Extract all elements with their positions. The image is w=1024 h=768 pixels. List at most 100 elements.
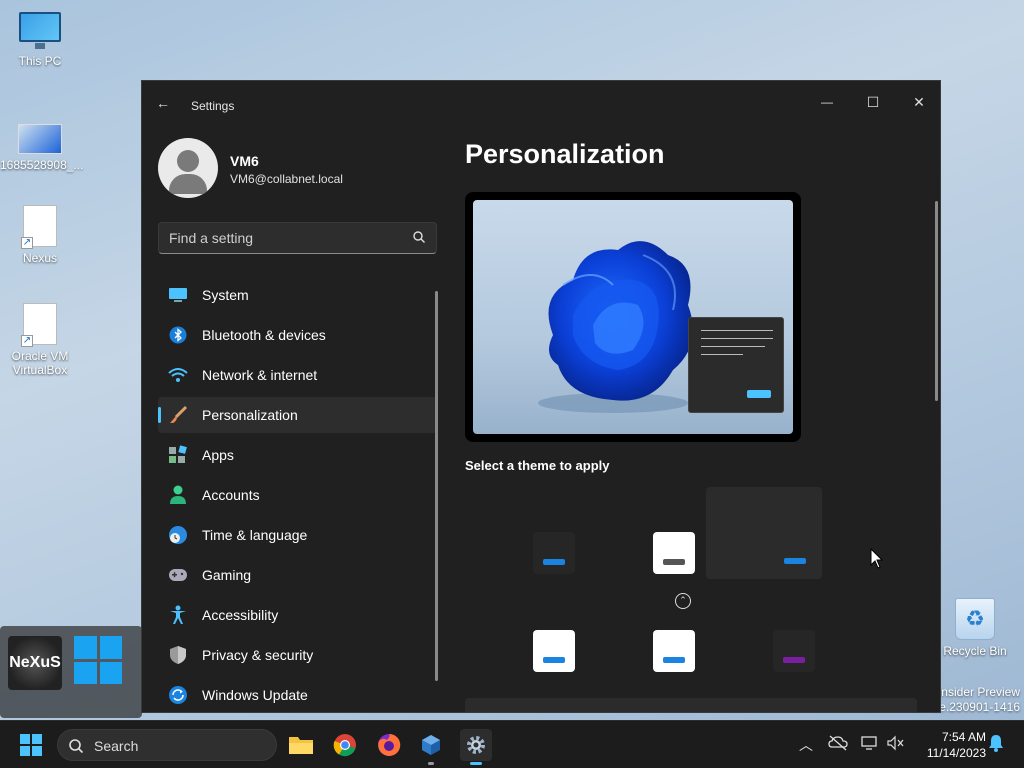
- sidebar-item-network[interactable]: Network & internet: [158, 357, 437, 393]
- sidebar-item-label: Windows Update: [202, 687, 308, 703]
- maximize-button[interactable]: ☐: [850, 87, 896, 117]
- wifi-icon: [168, 365, 188, 385]
- preview-accent-button: [747, 390, 771, 398]
- volume-muted-icon[interactable]: [887, 735, 905, 754]
- shortcut-arrow-icon: ↗: [21, 335, 33, 347]
- image-thumbnail-icon: [18, 124, 62, 154]
- theme-option-light-gray[interactable]: [653, 532, 695, 574]
- desktop-icon-label: Oracle VM VirtualBox: [11, 349, 69, 377]
- gear-icon: [467, 736, 485, 754]
- main-scrollbar[interactable]: [935, 201, 938, 401]
- watermark-line: Insider Preview: [937, 685, 1020, 699]
- theme-option-dark-purple[interactable]: [773, 630, 815, 672]
- desktop-icon-image-file[interactable]: 1685528908_...: [0, 124, 84, 172]
- scroll-up-icon[interactable]: ⌃: [675, 593, 691, 609]
- user-email: VM6@collabnet.local: [230, 172, 343, 186]
- sidebar-item-bluetooth[interactable]: Bluetooth & devices: [158, 317, 437, 353]
- wallpaper-preview: [473, 200, 793, 434]
- start-button[interactable]: [20, 734, 42, 756]
- sidebar-item-personalization[interactable]: Personalization: [158, 397, 437, 433]
- sidebar-item-time-language[interactable]: Time & language: [158, 517, 437, 553]
- theme-section-label: Select a theme to apply: [465, 458, 610, 473]
- system-clock[interactable]: 7:54 AM 11/14/2023: [927, 729, 986, 761]
- clock-time: 7:54 AM: [941, 730, 986, 744]
- firefox-icon: [378, 733, 401, 756]
- taskbar: Search ︿ 7:54 AM 11/14/2023: [0, 720, 1024, 768]
- minimize-button[interactable]: —: [804, 87, 850, 117]
- taskbar-file-explorer[interactable]: [285, 729, 317, 761]
- sidebar-nav: System Bluetooth & devices Network & int…: [158, 277, 437, 712]
- sidebar-item-apps[interactable]: Apps: [158, 437, 437, 473]
- notification-bell-icon[interactable]: [988, 734, 1004, 755]
- taskbar-search-label: Search: [94, 738, 139, 754]
- taskbar-settings[interactable]: [460, 729, 492, 765]
- search-input[interactable]: [169, 230, 399, 246]
- page-title: Personalization: [465, 139, 665, 169]
- clock-date: 11/14/2023: [926, 746, 986, 760]
- theme-preview: [465, 192, 801, 442]
- sidebar-item-accounts[interactable]: Accounts: [158, 477, 437, 513]
- sidebar-item-label: Apps: [202, 447, 234, 463]
- theme-accent-bar: [784, 558, 806, 564]
- taskbar-search[interactable]: Search: [57, 729, 277, 761]
- onedrive-icon[interactable]: [828, 735, 848, 754]
- windows-logo-icon[interactable]: [74, 636, 122, 684]
- find-setting-search[interactable]: [158, 222, 437, 254]
- settings-card[interactable]: [465, 698, 917, 712]
- sidebar-item-label: System: [202, 287, 249, 303]
- search-icon[interactable]: [412, 230, 426, 244]
- watermark-line: se.230901-1416: [933, 700, 1020, 714]
- window-title: Settings: [191, 99, 235, 113]
- nexus-dock: NeXuS: [0, 626, 142, 718]
- sidebar-item-system[interactable]: System: [158, 277, 437, 313]
- recycle-bin-icon: ♻: [955, 598, 995, 640]
- sidebar-item-gaming[interactable]: Gaming: [158, 557, 437, 593]
- file-shortcut-icon: ↗: [21, 303, 57, 347]
- desktop-icon-this-pc[interactable]: This PC: [2, 12, 78, 68]
- accessibility-icon: [168, 605, 188, 625]
- nexus-logo-icon[interactable]: NeXuS: [8, 636, 62, 690]
- update-icon: [168, 685, 188, 705]
- back-button[interactable]: ←: [156, 95, 170, 111]
- sidebar-item-windows-update[interactable]: Windows Update: [158, 677, 437, 712]
- desktop-icon-label: 1685528908_...: [0, 158, 84, 172]
- theme-option-dark[interactable]: [533, 532, 575, 574]
- sidebar-item-label: Bluetooth & devices: [202, 327, 326, 343]
- taskbar-chrome[interactable]: [329, 729, 361, 761]
- desktop-icon-virtualbox[interactable]: ↗ Oracle VM VirtualBox: [2, 303, 78, 377]
- close-button[interactable]: ✕: [896, 87, 940, 117]
- desktop-icon-nexus[interactable]: ↗ Nexus: [2, 205, 78, 265]
- globe-clock-icon: [168, 525, 188, 545]
- tray-overflow-chevron[interactable]: ︿: [799, 735, 813, 755]
- sidebar-item-accessibility[interactable]: Accessibility: [158, 597, 437, 633]
- network-icon[interactable]: [861, 735, 879, 754]
- sidebar-scrollbar[interactable]: [435, 291, 438, 681]
- monitor-icon: [168, 285, 188, 305]
- sidebar-item-label: Privacy & security: [202, 647, 314, 663]
- sidebar-item-label: Time & language: [202, 527, 308, 543]
- title-bar: ← Settings — ☐ ✕: [142, 81, 940, 123]
- desktop-icon-label: Nexus: [22, 251, 57, 265]
- computer-icon: [19, 12, 61, 49]
- theme-option-light-blue[interactable]: [533, 630, 575, 672]
- sidebar-item-label: Network & internet: [202, 367, 318, 383]
- taskbar-firefox[interactable]: [373, 729, 405, 761]
- theme-option-hovered[interactable]: [706, 487, 822, 579]
- preview-window: [688, 317, 784, 413]
- sidebar-item-privacy-security[interactable]: Privacy & security: [158, 637, 437, 673]
- desktop-icon-label: Recycle Bin: [943, 644, 1007, 658]
- file-shortcut-icon: ↗: [21, 205, 57, 249]
- nexus-logo-text: NeXuS: [9, 654, 61, 671]
- gamepad-icon: [168, 565, 188, 585]
- desktop-icon-label: This PC: [18, 54, 62, 68]
- taskbar-virtualbox[interactable]: [415, 729, 447, 765]
- user-name: VM6: [230, 153, 259, 169]
- shield-icon: [168, 645, 188, 665]
- theme-option-light-blue-2[interactable]: [653, 630, 695, 672]
- shortcut-arrow-icon: ↗: [21, 237, 33, 249]
- person-icon: [168, 485, 188, 505]
- desktop-icon-recycle-bin[interactable]: ♻ Recycle Bin: [937, 598, 1013, 658]
- bloom-wallpaper-icon: [538, 241, 693, 413]
- virtualbox-icon: [422, 735, 440, 755]
- insider-watermark: Insider Preview se.230901-1416: [933, 685, 1020, 715]
